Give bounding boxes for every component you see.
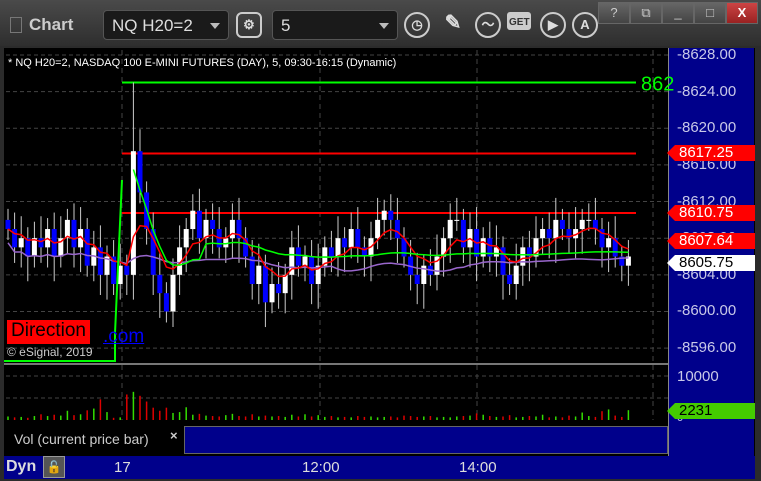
time-label: 12:00 [302,459,340,476]
price-label: 8605.75 [667,254,755,271]
candle-body [513,265,519,284]
candle-body [157,274,163,294]
vwap-line [132,169,629,266]
candle-body [5,219,11,230]
candle-body [394,219,400,239]
candle-body [183,229,189,248]
candle-body [460,219,466,248]
price-tick: -8620.00 [677,119,737,137]
dynamic-button[interactable]: Dyn [6,458,36,476]
price-tick: -8628.00 [677,46,737,63]
volume-value-label: 2231 [667,403,755,419]
candle-body [64,219,70,239]
candle-body [335,238,341,257]
study-bar [184,426,668,454]
candle-body [454,219,460,221]
candle-body [586,219,592,221]
time-label: 17 [114,459,131,476]
candle-body [507,274,513,284]
lock-icon[interactable]: 🔓 [43,456,65,478]
candle-body [381,210,387,220]
candle-body [414,274,420,284]
candle-body [210,219,216,230]
candle-body [520,247,526,266]
candle-body [282,274,288,294]
watermark-com: .com [103,326,145,347]
watermark-direction: Direction [7,320,90,344]
price-chart: 862 [4,50,674,420]
price-label: 8607.64 [667,233,755,250]
candle-body [262,265,268,303]
candle-body [124,265,130,275]
candle-body [84,229,90,266]
candle-body [38,238,44,248]
volume-axis-tick: 10000 [677,368,719,385]
candle-body [606,238,612,248]
candle-body [328,247,334,257]
candle-body [559,219,565,230]
candle-body [71,219,77,248]
volume-title: Vol (current price bar) [4,426,184,454]
candle-body [355,229,361,248]
candle-body [546,229,552,239]
candle-body [553,219,559,239]
copyright: © eSignal, 2019 [7,345,93,359]
candle-body [447,219,453,239]
candle-body [18,238,24,248]
candle-body [348,229,354,248]
candle-body [295,247,301,266]
candle-body [579,219,585,230]
candle-body [203,219,209,239]
candle-body [302,256,308,266]
level-label: 862 [641,73,674,95]
candle-body [163,293,169,312]
price-label: 8617.25 [667,145,755,162]
candle-body [388,210,394,220]
candle-body [375,219,381,239]
time-label: 14:00 [459,459,497,476]
candle-body [196,210,202,239]
price-tick: -8624.00 [677,82,737,100]
price-tick: -8600.00 [677,302,737,320]
candle-body [190,210,196,230]
close-study-icon[interactable]: × [170,428,178,443]
candle-body [256,265,262,284]
candle-body [540,229,546,239]
candle-body [342,238,348,248]
price-tick: -8596.00 [677,339,737,357]
candle-body [170,274,176,312]
price-label: 8610.75 [667,205,755,221]
candle-body [276,284,282,294]
chart-header: * NQ H20=2, NASDAQ 100 E-MINI FUTURES (D… [8,57,397,69]
candle-body [269,284,275,303]
